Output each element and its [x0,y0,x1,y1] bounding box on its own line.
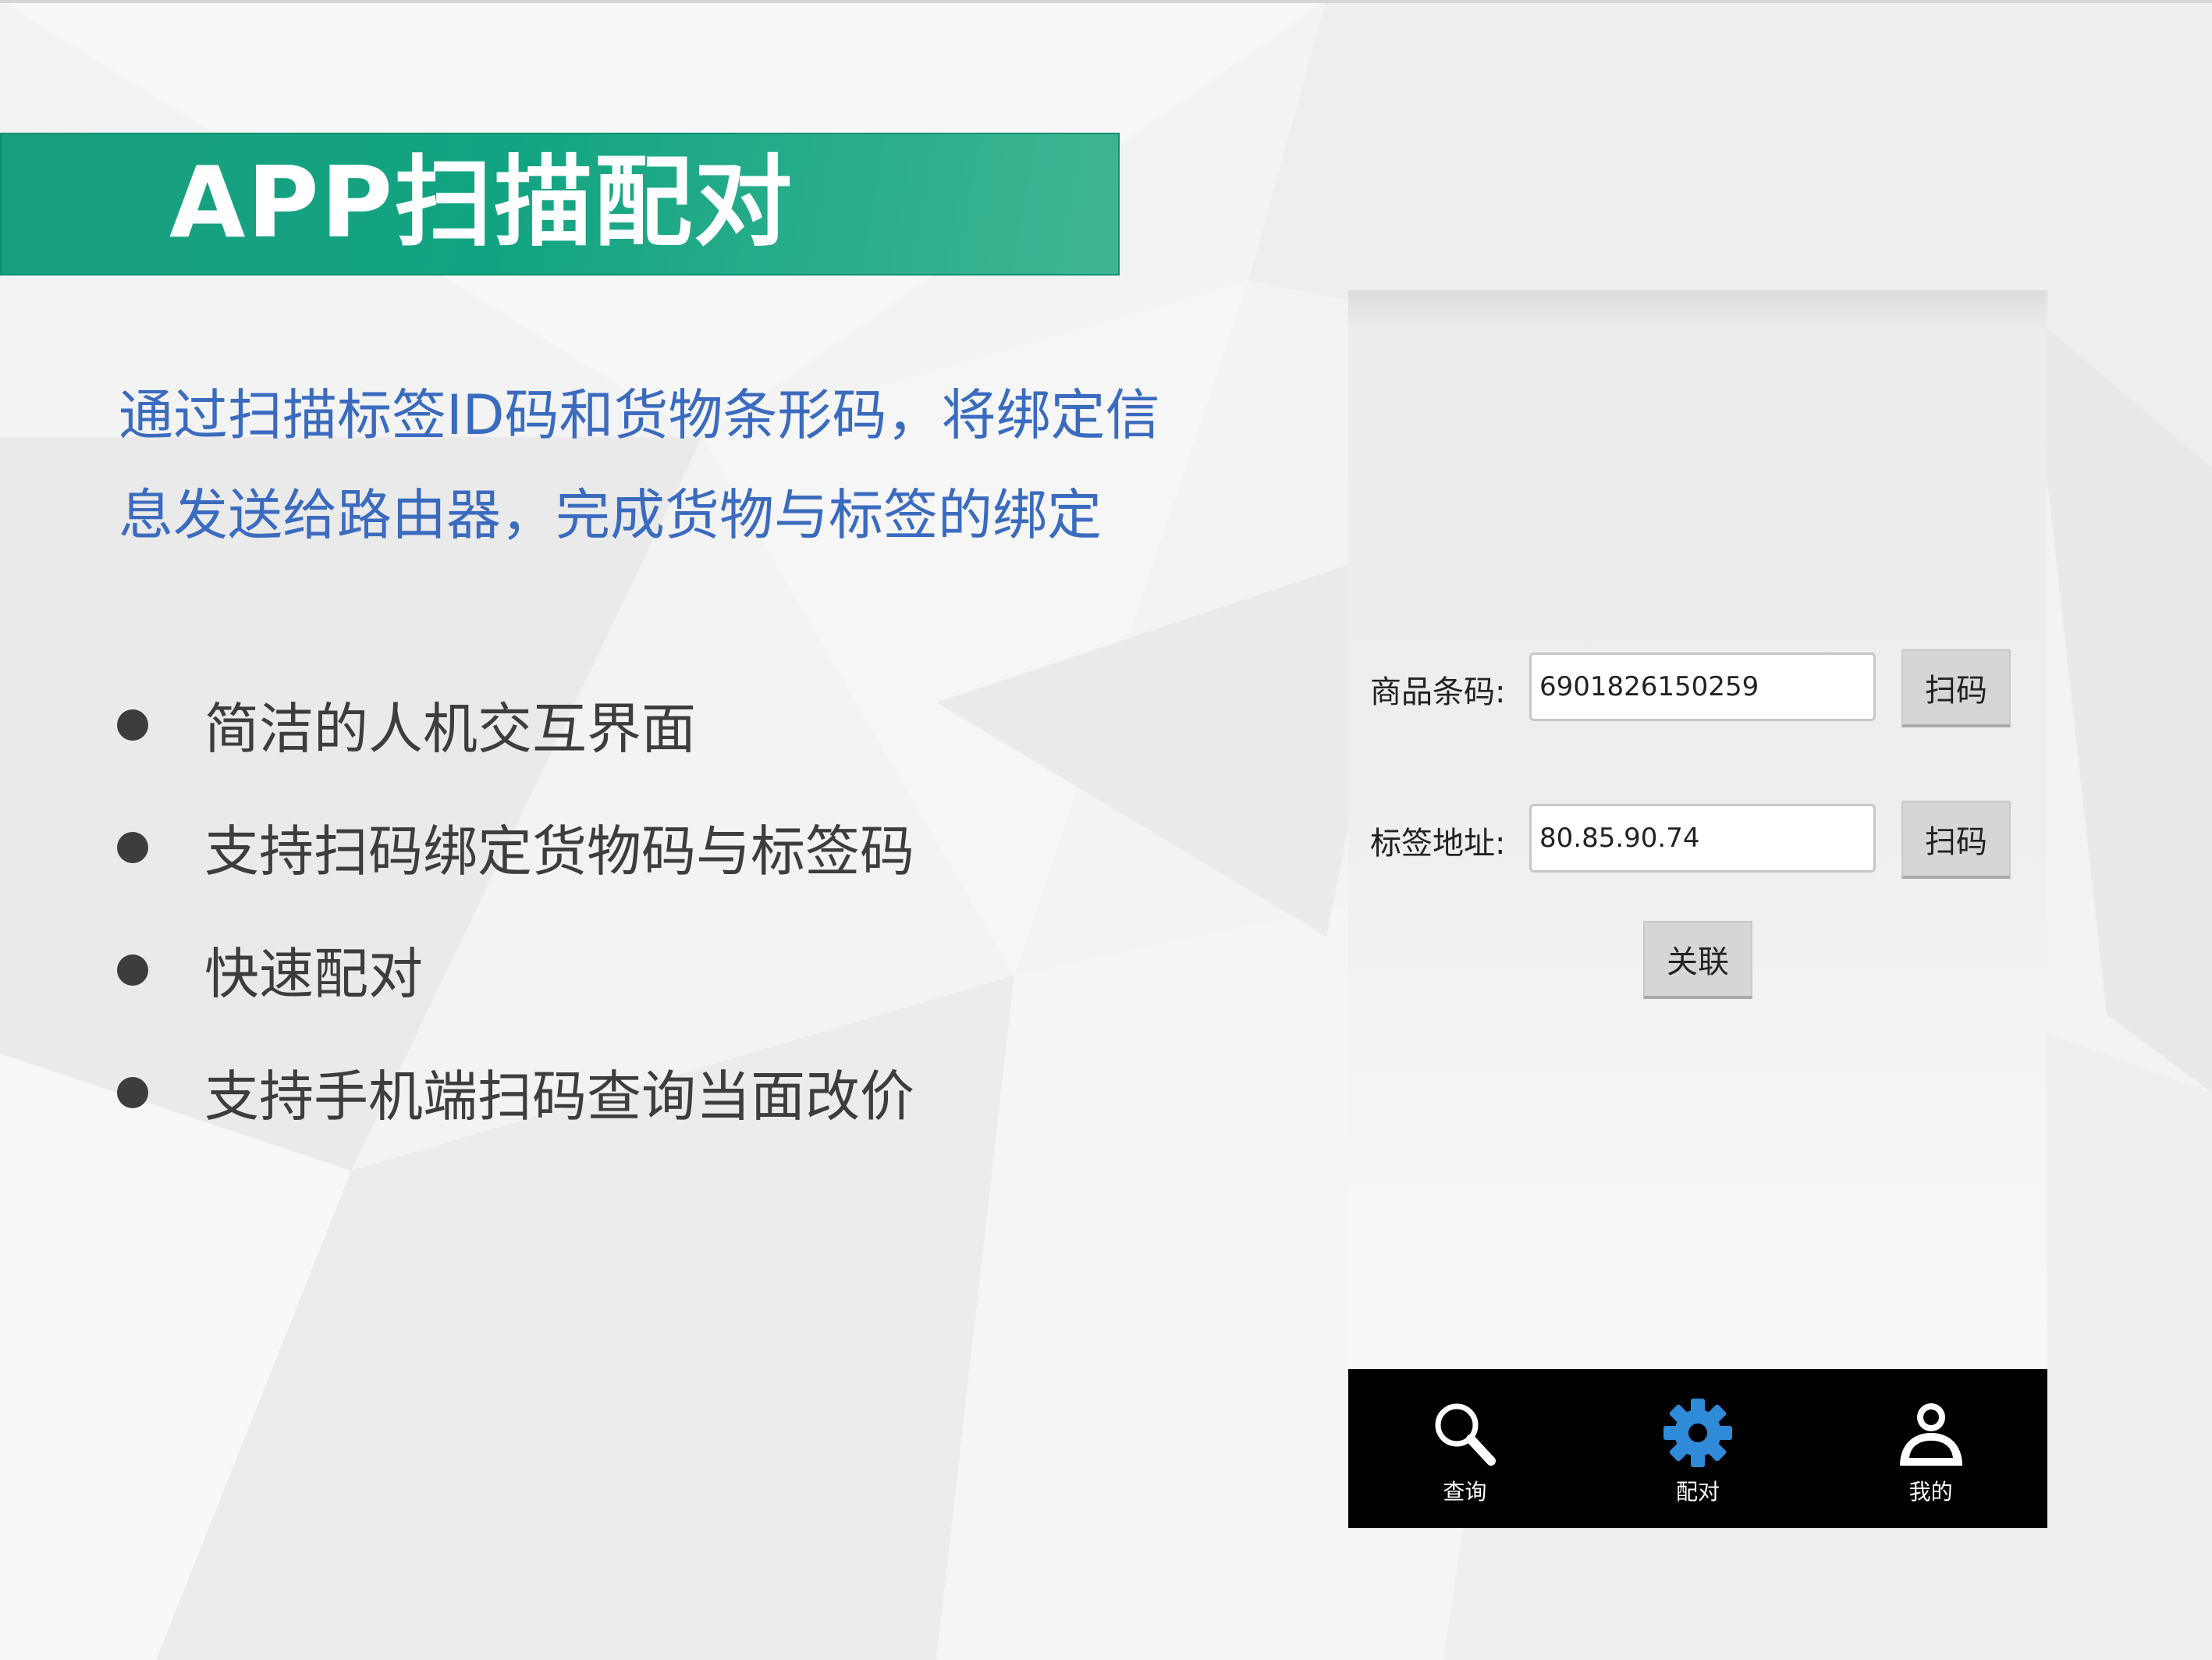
tag-address-label: 标签地址: [1370,826,1506,862]
feature-item: 支持手机端扫码查询当面改价 [117,1031,914,1153]
feature-text: 简洁的人机交互界面 [204,697,696,761]
slide-title: APP扫描配对 [169,145,794,260]
search-icon [1435,1403,1497,1466]
barcode-label: 商品条码: [1370,674,1506,710]
tag-address-input[interactable] [1529,804,1876,873]
description-line: 息发送给路由器，完成货物与标签的绑定 [119,483,1102,547]
bullet-dot-icon [117,831,148,863]
scan-barcode-button[interactable]: 扫码 [1901,649,2011,727]
nav-label: 配对 [1676,1479,1720,1505]
scan-tag-button[interactable]: 扫码 [1901,801,2011,879]
feature-text: 支持扫码绑定货物码与标签码 [204,819,914,883]
description-line: 通过扫描标签ID码和货物条形码，将绑定信 [119,383,1160,447]
user-icon [1899,1403,1962,1466]
title-banner: APP扫描配对 [0,133,1120,275]
nav-label: 我的 [1908,1479,1953,1505]
tag-address-row: 标签地址: 扫码 [1348,801,2047,879]
barcode-input[interactable] [1529,652,1876,721]
gear-icon [1663,1399,1732,1467]
feature-item: 简洁的人机交互界面 [117,663,914,786]
nav-label: 查询 [1443,1479,1487,1505]
feature-item: 快速配对 [117,908,914,1031]
bottom-nav: 查询 配对 我的 [1348,1369,2047,1528]
nav-item-mine[interactable]: 我的 [1814,1369,2047,1528]
bullet-dot-icon [117,709,148,741]
top-border-line [0,0,2212,3]
feature-list: 简洁的人机交互界面 支持扫码绑定货物码与标签码 快速配对 支持手机端扫码查询当面… [117,663,914,1153]
feature-item: 支持扫码绑定货物码与标签码 [117,786,914,908]
link-button[interactable]: 关联 [1643,921,1752,999]
description: 通过扫描标签ID码和货物条形码，将绑定信 息发送给路由器，完成货物与标签的绑定 [119,365,1211,565]
bullet-dot-icon [117,1076,148,1108]
bullet-dot-icon [117,954,148,986]
feature-text: 快速配对 [204,942,423,1006]
barcode-row: 商品条码: 扫码 [1348,649,2047,727]
phone-app-screen: 商品条码: 扫码 标签地址: 扫码 关联 查询 [1348,290,2047,1528]
feature-text: 支持手机端扫码查询当面改价 [204,1065,914,1129]
nav-item-pair[interactable]: 配对 [1582,1369,1815,1528]
nav-item-query[interactable]: 查询 [1348,1369,1582,1528]
